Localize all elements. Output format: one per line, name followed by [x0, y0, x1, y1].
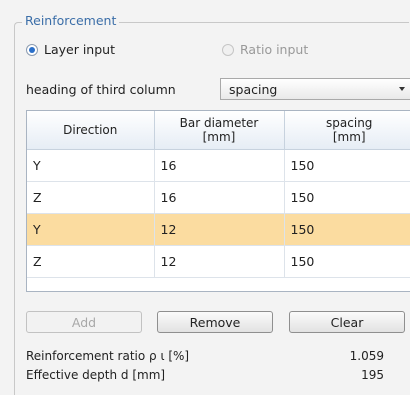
- table-row-selected[interactable]: Y 12 150: [27, 213, 410, 246]
- effective-depth-row: Effective depth d [mm] 195: [26, 368, 384, 382]
- radio-checked-icon: [26, 43, 38, 56]
- layer-input-label: Layer input: [44, 42, 115, 57]
- remove-button[interactable]: Remove: [157, 311, 273, 333]
- add-button: Add: [26, 311, 142, 333]
- cell-direction[interactable]: Y: [27, 213, 155, 246]
- table-row[interactable]: Z 12 150: [27, 245, 410, 278]
- reinforcement-ratio-label: Reinforcement ratio ρ ι [%]: [26, 349, 190, 363]
- layer-input-radio[interactable]: Layer input: [26, 42, 115, 57]
- reinforcement-table[interactable]: Direction Bar diameter [mm] spacing [mm]…: [26, 110, 410, 292]
- ratio-input-radio: Ratio input: [222, 42, 308, 57]
- cell-bar-diameter[interactable]: 12: [154, 245, 285, 278]
- column-header-direction[interactable]: Direction: [27, 111, 155, 150]
- cell-spacing[interactable]: 150: [284, 181, 410, 214]
- reinforcement-ratio-row: Reinforcement ratio ρ ι [%] 1.059: [26, 349, 384, 363]
- heading-select[interactable]: spacing: [220, 78, 410, 100]
- heading-select-value: spacing: [229, 81, 278, 97]
- cell-spacing[interactable]: 150: [284, 149, 410, 182]
- cell-direction[interactable]: Y: [27, 149, 155, 182]
- clear-button[interactable]: Clear: [289, 311, 405, 333]
- heading-select-label: heading of third column: [26, 82, 176, 97]
- table-row[interactable]: Y 16 150: [27, 149, 410, 182]
- cell-bar-diameter[interactable]: 16: [154, 181, 285, 214]
- group-title: Reinforcement: [22, 13, 120, 28]
- column-header-bar-diameter[interactable]: Bar diameter [mm]: [154, 111, 285, 150]
- ratio-input-label: Ratio input: [240, 42, 309, 57]
- effective-depth-value: 195: [361, 368, 384, 382]
- effective-depth-label: Effective depth d [mm]: [26, 368, 166, 382]
- cell-spacing[interactable]: 150: [284, 213, 410, 246]
- radio-unchecked-icon: [222, 43, 234, 56]
- reinforcement-ratio-value: 1.059: [349, 349, 384, 363]
- column-header-spacing[interactable]: spacing [mm]: [284, 111, 410, 150]
- cell-direction[interactable]: Z: [27, 245, 155, 278]
- chevron-down-icon: [399, 87, 405, 91]
- cell-direction[interactable]: Z: [27, 181, 155, 214]
- cell-spacing[interactable]: 150: [284, 245, 410, 278]
- cell-bar-diameter[interactable]: 12: [154, 213, 285, 246]
- cell-bar-diameter[interactable]: 16: [154, 149, 285, 182]
- table-row[interactable]: Z 16 150: [27, 181, 410, 214]
